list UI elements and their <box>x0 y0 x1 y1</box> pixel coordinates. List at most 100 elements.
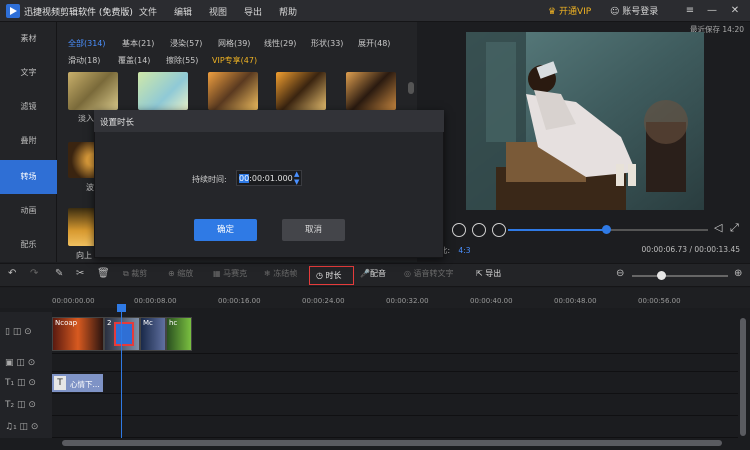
text-clip-icon: T <box>54 376 66 390</box>
microphone-icon: 🎤 <box>360 269 370 278</box>
mosaic-button[interactable]: ▦ 马赛克 <box>213 268 247 279</box>
transition-marker[interactable] <box>114 322 134 346</box>
filter-basic[interactable]: 基本(21) <box>122 38 154 49</box>
resource-scrollbar[interactable] <box>408 82 414 94</box>
filter-all[interactable]: 全部(314) <box>68 38 106 49</box>
filter-dye[interactable]: 浸染(57) <box>170 38 202 49</box>
video-clip[interactable]: Ncoap <box>52 317 104 351</box>
thumb-label: 淡入 <box>78 114 94 123</box>
spinner-icon[interactable]: ▲ ▼ <box>294 170 299 186</box>
timeline-zoom-handle[interactable] <box>656 271 666 280</box>
video-frame-image <box>466 32 704 210</box>
undo-icon[interactable]: ↶ <box>8 268 16 279</box>
transition-thumb[interactable] <box>68 72 118 110</box>
clock-icon: ◷ <box>316 271 326 280</box>
transition-thumb[interactable] <box>346 72 396 110</box>
close-icon[interactable]: ✕ <box>728 4 742 18</box>
playback-progress-fill <box>508 229 606 231</box>
timeline-vertical-scrollbar[interactable] <box>740 318 746 436</box>
freeze-frame-button[interactable]: ❄ 冻结帧 <box>264 268 297 279</box>
edit-icon[interactable]: ✎ <box>55 268 63 279</box>
duration-value[interactable]: 00:00:01.000 <box>239 174 293 183</box>
login-button[interactable]: ☺ 账号登录 <box>610 4 658 17</box>
menu-edit[interactable]: 编辑 <box>174 5 192 18</box>
zoom-out-icon[interactable]: ⊖ <box>616 268 624 279</box>
zoom-button[interactable]: ⊕ 缩放 <box>168 268 193 279</box>
video-clip[interactable]: Mc <box>140 317 166 351</box>
ruler-label: 00:00:40.00 <box>470 297 513 305</box>
filter-linear[interactable]: 线性(29) <box>264 38 296 49</box>
app-logo-icon <box>6 4 20 18</box>
transition-thumb[interactable] <box>138 72 188 110</box>
timeline-horizontal-scrollbar[interactable] <box>62 440 722 446</box>
stop-icon[interactable] <box>472 223 486 237</box>
dialog-title: 设置时长 <box>100 118 135 128</box>
filter-wipe[interactable]: 擦除(55) <box>166 55 198 66</box>
cancel-button[interactable]: 取消 <box>282 219 345 241</box>
music-track-icon: ♫₁ ◫ ⊙ <box>5 422 39 432</box>
transition-thumb[interactable] <box>208 72 258 110</box>
text-track-icon: T₁ ◫ ⊙ <box>5 378 36 388</box>
ruler-label: 00:00:00.00 <box>52 297 95 305</box>
speech-icon: ◎ <box>404 269 414 278</box>
overlay-track-icon: ▣ ◫ ⊙ <box>5 358 36 368</box>
music-track <box>0 416 738 438</box>
vip-button[interactable]: ♛ 开通VIP <box>548 4 591 17</box>
redo-icon[interactable]: ↷ <box>30 268 38 279</box>
duration-label: 持续时间: <box>192 175 227 184</box>
menu-help[interactable]: 帮助 <box>279 5 297 18</box>
nav-item-filter[interactable]: 滤镜 <box>0 90 57 124</box>
confirm-button[interactable]: 确定 <box>194 219 257 241</box>
transition-thumb[interactable] <box>276 72 326 110</box>
filter-shape[interactable]: 形状(33) <box>311 38 343 49</box>
delete-icon[interactable]: 🗑 <box>97 268 110 279</box>
timecode: 00:00:06.73 / 00:00:13.45 <box>641 245 740 254</box>
split-icon[interactable]: ✂ <box>76 268 84 279</box>
speech-to-text-button[interactable]: ◎ 语音转文字 <box>404 268 454 279</box>
video-preview[interactable] <box>466 32 704 210</box>
playback-progress-handle[interactable] <box>602 225 611 234</box>
play-icon[interactable] <box>452 223 466 237</box>
timeline-zoom-slider[interactable] <box>632 275 728 277</box>
duration-button[interactable]: ◷ 时长 <box>309 266 354 285</box>
fullscreen-icon[interactable]: ⤢ <box>730 221 739 235</box>
filter-cover[interactable]: 覆盖(14) <box>118 55 150 66</box>
ruler-label: 00:00:56.00 <box>638 297 681 305</box>
crown-icon: ♛ <box>548 7 559 17</box>
nav-item-text[interactable]: 文字 <box>0 56 57 90</box>
mosaic-icon: ▦ <box>213 269 224 278</box>
export-button[interactable]: ⇱ 导出 <box>476 268 501 279</box>
minimize-icon[interactable]: — <box>705 4 719 18</box>
thumb-label: 向上 <box>76 251 92 260</box>
freeze-icon: ❄ <box>264 269 274 278</box>
export-icon: ⇱ <box>476 269 486 278</box>
playhead[interactable] <box>121 308 122 438</box>
text-track-icon: T₂ ◫ ⊙ <box>5 400 36 410</box>
nav-item-music[interactable]: 配乐 <box>0 228 57 262</box>
crop-button[interactable]: ⧉ 裁剪 <box>123 268 147 279</box>
ruler-label: 00:00:08.00 <box>134 297 177 305</box>
nav-item-transition[interactable]: 转场 <box>0 160 57 194</box>
dub-button[interactable]: 🎤配音 <box>360 268 386 279</box>
menu-export[interactable]: 导出 <box>244 5 262 18</box>
filter-grid[interactable]: 网格(39) <box>218 38 250 49</box>
zoom-in-icon[interactable]: ⊕ <box>734 268 742 279</box>
ruler-label: 00:00:24.00 <box>302 297 345 305</box>
filter-vip[interactable]: VIP专享(47) <box>212 55 257 66</box>
nav-item-animation[interactable]: 动画 <box>0 194 57 228</box>
next-frame-icon[interactable] <box>492 223 506 237</box>
aspect-ratio[interactable]: 比: 4:3 <box>440 245 471 256</box>
menu-file[interactable]: 文件 <box>139 5 157 18</box>
filter-slide[interactable]: 滑动(18) <box>68 55 100 66</box>
nav-item-material[interactable]: 素材 <box>0 22 57 56</box>
filter-expand[interactable]: 展开(48) <box>358 38 390 49</box>
video-clip[interactable]: hc <box>166 317 192 351</box>
text-track-2 <box>0 394 738 416</box>
menu-view[interactable]: 视图 <box>209 5 227 18</box>
text-track-1 <box>0 372 738 394</box>
volume-icon[interactable]: ◁ <box>714 221 722 234</box>
app-title: 迅捷视频剪辑软件 (免费版) <box>24 8 133 18</box>
overlay-track <box>0 354 738 372</box>
menu-icon[interactable]: ≡ <box>683 4 697 18</box>
nav-item-overlay[interactable]: 叠附 <box>0 124 57 158</box>
